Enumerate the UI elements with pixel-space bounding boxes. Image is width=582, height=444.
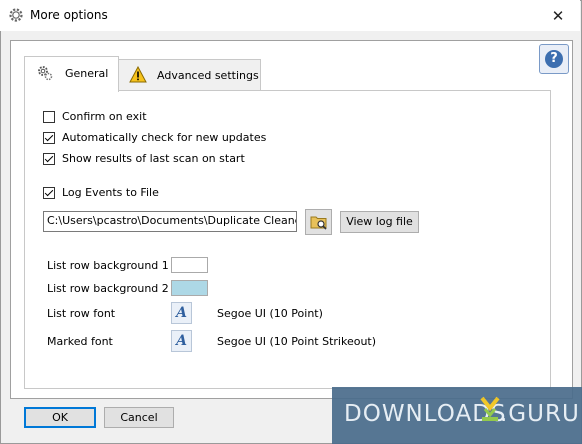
browse-log-button[interactable] [305,209,332,235]
tab-general[interactable]: General [24,56,119,92]
confirm-exit-checkbox[interactable] [43,110,55,123]
help-icon: ? [545,50,563,68]
tab-advanced-settings[interactable]: Advanced settings [118,59,261,91]
row-background-1-label: List row background 1 [47,259,169,272]
ok-button[interactable]: OK [24,407,96,428]
downloads-guru-watermark: DOWNLOADS .GURU [332,387,582,444]
row-background-2-swatch[interactable] [171,280,208,296]
warning-icon [129,66,147,83]
row-font-label: List row font [47,307,116,320]
row-background-1-swatch[interactable] [171,257,208,273]
window-title: More options [30,8,108,22]
auto-update-option[interactable]: Automatically check for new updates [43,130,266,145]
confirm-exit-option[interactable]: Confirm on exit [43,109,147,124]
marked-font-button[interactable]: A [171,330,192,352]
auto-update-label: Automatically check for new updates [62,131,267,144]
marked-font-value: Segoe UI (10 Point Strikeout) [217,335,377,348]
tab-general-label: General [65,67,109,80]
gear-icon [9,8,23,22]
gear-icon [38,66,53,81]
log-events-label: Log Events to File [62,186,159,199]
download-arrow-icon [480,396,500,421]
close-button[interactable]: ✕ [542,2,574,30]
watermark-text-right: .GURU [500,401,580,427]
log-events-checkbox[interactable] [43,186,55,199]
row-background-2-label: List row background 2 [47,282,169,295]
confirm-exit-label: Confirm on exit [62,110,147,123]
title-bar: More options ✕ [0,0,580,31]
row-font-value: Segoe UI (10 Point) [217,307,323,320]
row-font-button[interactable]: A [171,302,192,324]
marked-font-label: Marked font [47,335,113,348]
cancel-button[interactable]: Cancel [104,407,174,428]
show-last-scan-checkbox[interactable] [43,152,55,165]
log-path-input[interactable]: C:\Users\pcastro\Documents\Duplicate Cle… [43,211,297,232]
help-button[interactable]: ? [539,44,569,74]
tab-advanced-settings-label: Advanced settings [157,69,259,82]
show-last-scan-option[interactable]: Show results of last scan on start [43,151,245,166]
folder-search-icon [310,216,327,230]
auto-update-checkbox[interactable] [43,131,55,144]
log-events-option[interactable]: Log Events to File [43,185,159,200]
show-last-scan-label: Show results of last scan on start [62,152,245,165]
view-log-button[interactable]: View log file [340,211,419,233]
